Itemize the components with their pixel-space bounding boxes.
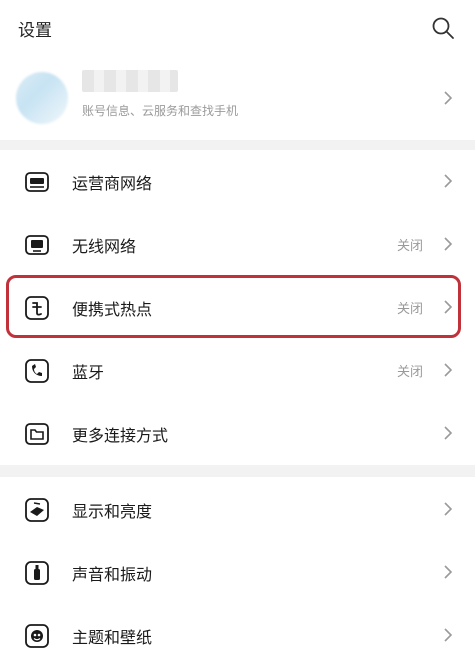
wifi-icon xyxy=(25,234,49,255)
chevron-right-icon xyxy=(444,628,453,642)
search-icon[interactable] xyxy=(431,16,455,40)
account-row[interactable]: 账号信息、云服务和查找手机 xyxy=(0,56,475,140)
bluetooth-icon xyxy=(25,358,49,383)
theme-wallpaper-icon xyxy=(25,623,49,648)
avatar xyxy=(16,72,68,124)
chevron-right-icon xyxy=(444,174,453,188)
settings-item-wifi[interactable]: 无线网络 关闭 xyxy=(0,213,475,276)
highlight-annotation xyxy=(6,275,461,338)
settings-item-carrier-network[interactable]: 运营商网络 xyxy=(0,150,475,213)
settings-item-sound-vibration[interactable]: 声音和振动 xyxy=(0,541,475,604)
top-bar: 设置 xyxy=(0,0,475,56)
settings-item-label: 声音和振动 xyxy=(72,564,153,584)
sound-vibration-icon xyxy=(25,560,49,585)
settings-item-label: 运营商网络 xyxy=(72,173,153,193)
settings-item-label: 更多连接方式 xyxy=(72,425,169,445)
section-separator xyxy=(0,140,475,150)
settings-item-theme-wallpaper[interactable]: 主题和壁纸 xyxy=(0,604,475,667)
chevron-right-icon xyxy=(444,426,453,440)
chevron-right-icon xyxy=(444,565,453,579)
chevron-right-icon xyxy=(444,91,453,105)
carrier-network-icon xyxy=(25,171,49,192)
settings-item-label: 主题和壁纸 xyxy=(72,627,153,647)
settings-item-display-brightness[interactable]: 显示和亮度 xyxy=(0,478,475,541)
settings-item-label: 蓝牙 xyxy=(72,362,105,382)
more-connections-icon xyxy=(25,422,49,445)
display-brightness-icon xyxy=(25,497,49,522)
settings-item-status: 关闭 xyxy=(396,239,423,254)
settings-item-more-connections[interactable]: 更多连接方式 xyxy=(0,402,475,465)
settings-item-status: 关闭 xyxy=(396,365,423,380)
settings-item-bluetooth[interactable]: 蓝牙 关闭 xyxy=(0,339,475,402)
settings-item-label: 无线网络 xyxy=(72,236,137,256)
page-title: 设置 xyxy=(18,20,52,41)
account-subtitle: 账号信息、云服务和查找手机 xyxy=(82,104,239,118)
settings-item-label: 显示和亮度 xyxy=(72,501,153,521)
chevron-right-icon xyxy=(444,237,453,251)
account-name-redacted xyxy=(82,70,178,92)
chevron-right-icon xyxy=(444,363,453,377)
chevron-right-icon xyxy=(444,502,453,516)
section-separator xyxy=(0,465,475,477)
